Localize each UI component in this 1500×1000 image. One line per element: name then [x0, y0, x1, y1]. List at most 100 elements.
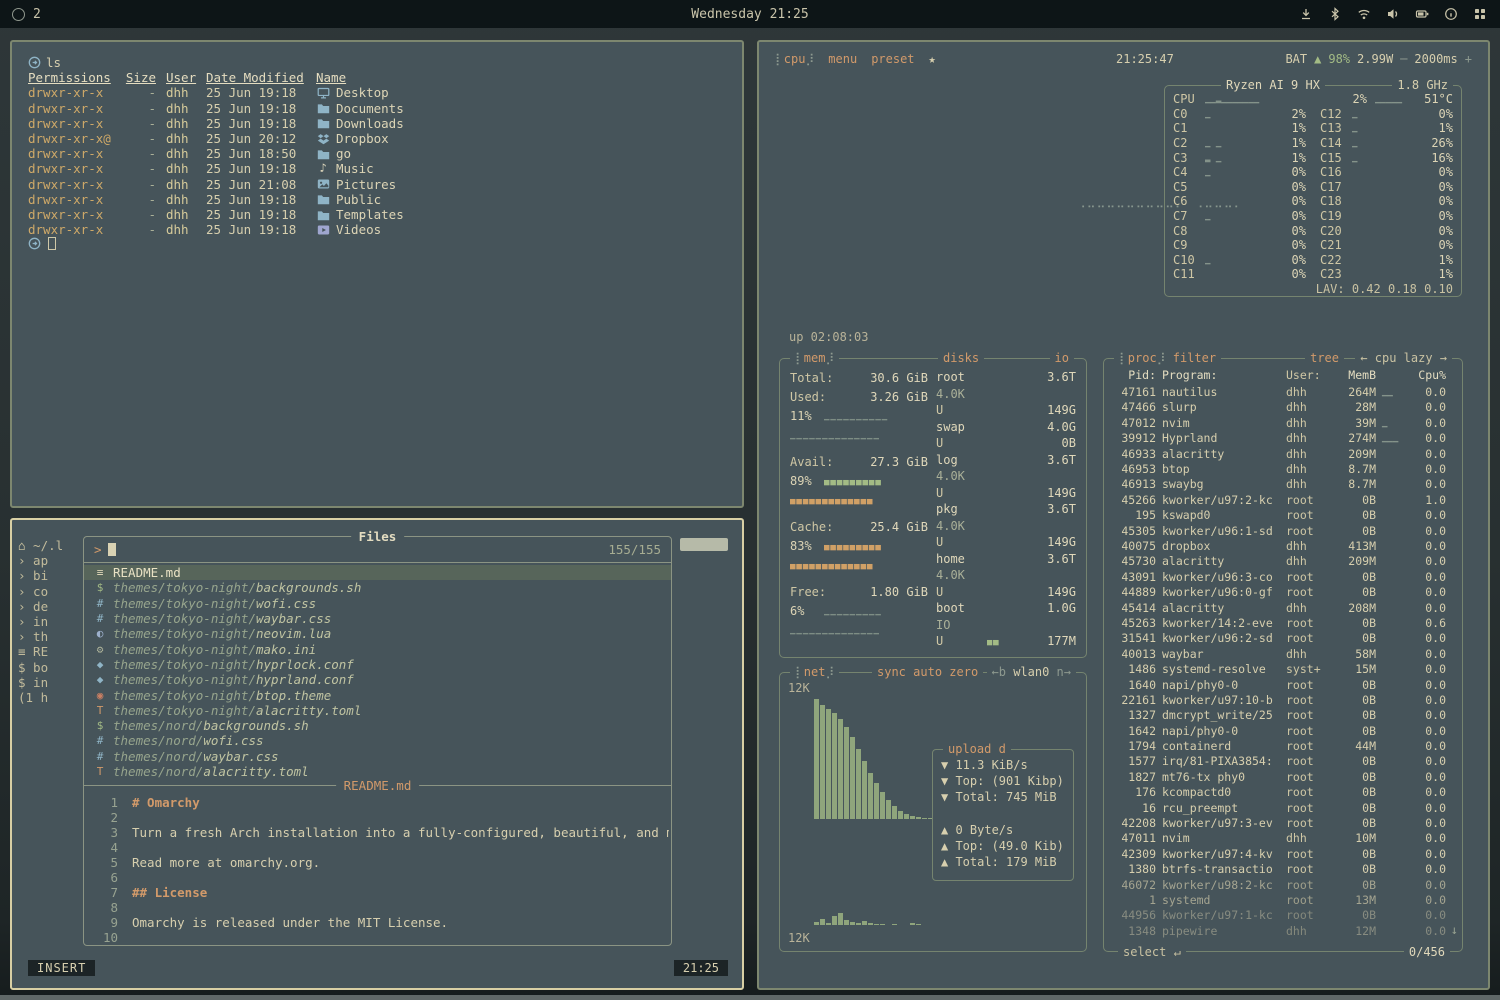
process-row[interactable]: 45266kworker/u97:2-kcroot0B1.0 [1112, 492, 1454, 507]
interval-decrease-button[interactable]: ─ [1400, 52, 1407, 66]
star-icon: ★ [929, 52, 936, 66]
process-row[interactable]: 40013waybardhh58M0.0 [1112, 646, 1454, 661]
battery-label: BAT [1285, 52, 1307, 66]
picker-item[interactable]: #themes/nord/waybar.css [84, 749, 671, 764]
process-row[interactable]: 46072kworker/u98:2-kcroot0B0.0 [1112, 877, 1454, 892]
cpu-model: Ryzen AI 9 HX [1221, 78, 1325, 92]
disks-title[interactable]: disks [938, 351, 984, 365]
process-row[interactable]: 176kcompactd0root0B0.0 [1112, 785, 1454, 800]
process-row[interactable]: 1486systemd-resolvesyst+15M0.0 [1112, 661, 1454, 676]
process-row[interactable]: 47161nautilusdhh264M▁▁0.0 [1112, 384, 1454, 399]
process-row[interactable]: 1327dmcrypt_write/25root0B0.0 [1112, 708, 1454, 723]
preset-button[interactable]: preset [871, 52, 914, 66]
terminal-window-ls[interactable]: ls PermissionsSizeUserDate ModifiedName … [10, 40, 744, 508]
neovim-window[interactable]: ⌂ ~/.l› ap› bi› co› de› in› th≡ RE$ bo$ … [10, 518, 744, 990]
tree-item[interactable]: (1 h [18, 690, 84, 705]
process-row[interactable]: 45263kworker/14:2-everoot0B0.6 [1112, 615, 1454, 630]
picker-item[interactable]: ⚙themes/tokyo-night/mako.ini [84, 641, 671, 656]
proc-filter-button[interactable]: filter [1173, 351, 1216, 365]
terminal-cursor[interactable] [48, 237, 56, 250]
tree-item[interactable]: › in [18, 614, 84, 629]
workspace-icon[interactable] [12, 8, 25, 21]
net-zero-button[interactable]: zero [949, 665, 978, 679]
net-stat [941, 807, 1065, 823]
scroll-down-icon[interactable]: ↓ [1451, 923, 1458, 937]
process-row[interactable]: 1systemdroot13M0.0 [1112, 892, 1454, 907]
picker-item[interactable]: #themes/tokyo-night/wofi.css [84, 596, 671, 611]
battery-icon[interactable] [1414, 6, 1430, 22]
process-row[interactable]: 1794containerdroot44M0.0 [1112, 738, 1454, 753]
workspace-number[interactable]: 2 [33, 7, 41, 22]
process-row[interactable]: 1640napi/phy0-0root0B0.0 [1112, 677, 1454, 692]
picker-item[interactable]: ◆themes/tokyo-night/hyprlock.conf [84, 657, 671, 672]
proc-sort-selector[interactable]: ← cpu lazy → [1355, 351, 1452, 365]
prompt-line-new[interactable] [28, 237, 726, 250]
picker-item[interactable]: Tthemes/tokyo-night/alacritty.toml [84, 703, 671, 718]
volume-icon[interactable] [1385, 6, 1401, 22]
info-icon[interactable] [1443, 6, 1459, 22]
picker-item[interactable]: ◐themes/tokyo-night/neovim.lua [84, 626, 671, 641]
process-row[interactable]: 46953btopdhh8.7M0.0 [1112, 461, 1454, 476]
process-row[interactable]: 1827mt76-tx phy0root0B0.0 [1112, 769, 1454, 784]
tree-item[interactable]: $ in [18, 675, 84, 690]
picker-item[interactable]: Tthemes/nord/alacritty.toml [84, 764, 671, 779]
process-row[interactable]: 44889kworker/u96:0-gfroot0B0.0 [1112, 584, 1454, 599]
process-row[interactable]: 39912Hyprlanddhh274M▁▁▁0.0 [1112, 431, 1454, 446]
tree-item[interactable]: › ap [18, 553, 84, 568]
io-title[interactable]: io [1050, 351, 1074, 365]
picker-item[interactable]: ◆themes/tokyo-night/hyprland.conf [84, 672, 671, 687]
process-row[interactable]: 1348pipewiredhh12M0.0 [1112, 923, 1454, 938]
interval-increase-button[interactable]: + [1465, 52, 1472, 66]
process-row[interactable]: 22161kworker/u97:10-broot0B0.0 [1112, 692, 1454, 707]
net-stats-lines: ▼ 11.3 KiB/s▼ Top: (901 Kibp)▼ Total: 74… [941, 758, 1065, 871]
wifi-icon[interactable] [1356, 6, 1372, 22]
download-tray-icon[interactable] [1298, 6, 1314, 22]
tree-item[interactable]: › de [18, 599, 84, 614]
process-row[interactable]: 195kswapd0root0B0.0 [1112, 508, 1454, 523]
picker-item[interactable]: ◉themes/tokyo-night/btop.theme [84, 687, 671, 702]
net-auto-button[interactable]: auto [913, 665, 942, 679]
picker-item[interactable]: $themes/nord/backgrounds.sh [84, 718, 671, 733]
process-row[interactable]: 42208kworker/u97:3-evroot0B0.0 [1112, 815, 1454, 830]
picker-item[interactable]: #themes/nord/wofi.css [84, 733, 671, 748]
process-row[interactable]: 31541kworker/u96:2-sdroot0B0.0 [1112, 631, 1454, 646]
process-row[interactable]: 47011nvimdhh10M0.0 [1112, 831, 1454, 846]
tree-item[interactable]: $ bo [18, 660, 84, 675]
process-row[interactable]: 1577irq/81-PIXA3854:root0B0.0 [1112, 754, 1454, 769]
btop-window[interactable]: ⡇cpu⡸ menu preset ★ 21:25:47 BAT▲ 98% 2.… [757, 40, 1490, 990]
picker-item[interactable]: $themes/tokyo-night/backgrounds.sh [84, 580, 671, 595]
process-row[interactable]: 47012nvimdhh39M▁0.0 [1112, 415, 1454, 430]
picker-item[interactable]: ≡README.md [84, 565, 671, 580]
process-row[interactable]: 46933alacrittydhh209M0.0 [1112, 446, 1454, 461]
process-row[interactable]: 45414alacrittydhh208M0.0 [1112, 600, 1454, 615]
process-row[interactable]: 44956kworker/u97:1-kcroot0B0.0 [1112, 908, 1454, 923]
tree-item[interactable]: › th [18, 629, 84, 644]
net-next-interface-button[interactable]: n→ [1057, 665, 1071, 679]
net-prev-interface-button[interactable]: ←b [992, 665, 1006, 679]
scroll-indicator[interactable] [680, 538, 728, 551]
process-row[interactable]: 42309kworker/u97:4-kvroot0B0.0 [1112, 846, 1454, 861]
tree-item[interactable]: › co [18, 584, 84, 599]
process-row[interactable]: 45730alacrittydhh209M0.0 [1112, 554, 1454, 569]
process-row[interactable]: 40075dropboxdhh413M0.0 [1112, 538, 1454, 553]
disk-line: home3.6T [936, 551, 1076, 568]
process-row[interactable]: 45305kworker/u96:1-sdroot0B0.0 [1112, 523, 1454, 538]
process-row[interactable]: 1642napi/phy0-0root0B0.0 [1112, 723, 1454, 738]
tree-item[interactable]: › bi [18, 568, 84, 583]
picker-item[interactable]: #themes/tokyo-night/waybar.css [84, 611, 671, 626]
bluetooth-icon[interactable] [1327, 6, 1343, 22]
proc-tree-button[interactable]: tree [1305, 351, 1344, 365]
process-row[interactable]: 1380btrfs-transactioroot0B0.0 [1112, 862, 1454, 877]
proc-select-hint[interactable]: select ↵ [1118, 945, 1186, 959]
process-row[interactable]: 47466slurpdhh28M0.0 [1112, 400, 1454, 415]
mem-line: ▄▄▄▄▄▄▄▄▄▄▄▄▄ [790, 556, 928, 575]
apps-icon[interactable] [1472, 6, 1488, 22]
tree-item[interactable]: ⌂ ~/.l [18, 538, 84, 553]
process-row[interactable]: 46913swaybgdhh8.7M0.0 [1112, 477, 1454, 492]
process-row[interactable]: 43091kworker/u96:3-coroot0B0.0 [1112, 569, 1454, 584]
process-row[interactable]: 16rcu_preemptroot0B0.0 [1112, 800, 1454, 815]
tree-item[interactable]: ≡ RE [18, 644, 84, 659]
net-sync-button[interactable]: sync [877, 665, 906, 679]
tab-cpu[interactable]: cpu [784, 52, 806, 66]
menu-button[interactable]: menu [828, 52, 857, 66]
